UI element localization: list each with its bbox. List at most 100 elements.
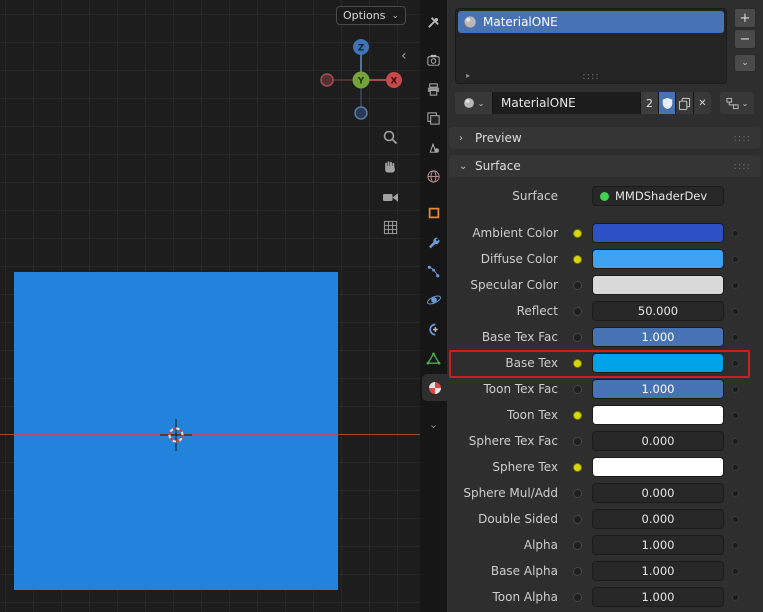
sidebar-collapse-arrow[interactable]: ‹	[401, 48, 407, 64]
surface-panel-header[interactable]: ⌄ Surface ::::	[449, 155, 761, 177]
tab-particles[interactable]	[420, 259, 447, 283]
keyframe-dot[interactable]	[573, 254, 582, 264]
tab-tool[interactable]	[420, 10, 447, 34]
keyframe-dot[interactable]	[573, 514, 582, 524]
decorator-dot[interactable]	[732, 333, 739, 341]
property-label: Double Sided	[478, 512, 558, 526]
navigation-gizmo[interactable]: Z X Y	[319, 38, 403, 122]
number-field[interactable]: 0.000	[593, 484, 723, 502]
close-icon: ✕	[698, 97, 707, 109]
keyframe-dot[interactable]	[573, 358, 582, 368]
keyframe-dot[interactable]	[573, 592, 582, 602]
color-swatch[interactable]	[593, 458, 723, 476]
users-count-button[interactable]: 2	[640, 92, 658, 114]
shield-icon	[662, 97, 672, 109]
keyframe-dot[interactable]	[573, 280, 582, 290]
list-resize-grip[interactable]: ::::	[456, 71, 726, 82]
decorator-dot[interactable]	[732, 359, 739, 367]
tab-physics[interactable]	[420, 288, 447, 312]
number-field[interactable]: 0.000	[593, 510, 723, 528]
keyframe-dot[interactable]	[573, 566, 582, 576]
fake-user-toggle[interactable]	[658, 92, 675, 114]
browse-material-button[interactable]: ⌄	[455, 92, 492, 114]
decorator-dot[interactable]	[732, 567, 739, 575]
preview-panel-header[interactable]: › Preview ::::	[449, 127, 761, 149]
decorator-dot[interactable]	[732, 541, 739, 549]
decorator-dot[interactable]	[732, 593, 739, 601]
camera-view-button[interactable]	[381, 188, 399, 206]
tab-material[interactable]	[422, 374, 447, 401]
material-slot-list[interactable]: MaterialONE ▸ ::::	[455, 8, 727, 84]
x-axis-line	[0, 434, 420, 435]
tab-view-layer[interactable]	[420, 106, 447, 130]
color-swatch[interactable]	[593, 224, 723, 242]
tab-world[interactable]	[420, 164, 447, 188]
slot-specials-dropdown[interactable]: ⌄	[734, 54, 756, 72]
new-material-copy-button[interactable]	[675, 92, 693, 114]
tab-object-data[interactable]	[420, 346, 447, 370]
decorator-dot[interactable]	[732, 307, 739, 315]
3d-viewport[interactable]: Options ⌄ Z X Y ‹	[0, 0, 420, 612]
decorator-dot[interactable]	[732, 489, 739, 497]
keyframe-dot[interactable]	[573, 462, 582, 472]
material-datablock-row: ⌄ MaterialONE 2 ✕	[455, 92, 711, 114]
number-field[interactable]: 1.000	[593, 536, 723, 554]
keyframe-dot[interactable]	[573, 410, 582, 420]
property-label: Base Tex Fac	[481, 330, 558, 344]
3d-cursor	[160, 419, 192, 451]
browse-node-tree-button[interactable]: ⌄	[720, 92, 754, 114]
tab-object[interactable]	[420, 201, 447, 225]
pan-tool-button[interactable]	[381, 158, 399, 176]
number-field[interactable]: 0.000	[593, 432, 723, 450]
color-swatch[interactable]	[593, 354, 723, 372]
remove-material-slot-button[interactable]: −	[734, 29, 756, 49]
tab-scene[interactable]	[420, 135, 447, 159]
color-swatch[interactable]	[593, 406, 723, 424]
keyframe-dot[interactable]	[573, 488, 582, 498]
decorator-dot[interactable]	[732, 515, 739, 523]
toggle-grid-button[interactable]	[381, 218, 399, 236]
material-slot-name: MaterialONE	[483, 15, 558, 29]
decorator-dot[interactable]	[732, 463, 739, 471]
material-name-field[interactable]: MaterialONE	[492, 92, 640, 114]
property-label: Toon Tex	[507, 408, 558, 422]
keyframe-dot[interactable]	[573, 306, 582, 316]
tab-output[interactable]	[420, 77, 447, 101]
panel-drag-grip[interactable]: ::::	[734, 161, 751, 172]
unlink-material-button[interactable]: ✕	[693, 92, 711, 114]
decorator-dot[interactable]	[732, 229, 739, 237]
surface-panel-title: Surface	[475, 159, 521, 173]
keyframe-dot[interactable]	[573, 228, 582, 238]
tab-render[interactable]	[420, 48, 447, 72]
decorator-dot[interactable]	[732, 437, 739, 445]
shader-field[interactable]: MMDShaderDev	[593, 187, 723, 205]
panel-drag-grip[interactable]: ::::	[734, 133, 751, 144]
tool-icon	[428, 16, 439, 28]
tab-modifiers[interactable]	[420, 230, 447, 254]
keyframe-dot[interactable]	[573, 540, 582, 550]
keyframe-dot[interactable]	[573, 332, 582, 342]
decorator-dot[interactable]	[732, 281, 739, 289]
tab-constraints[interactable]	[420, 317, 447, 341]
material-slot-selected[interactable]: MaterialONE	[458, 11, 724, 33]
decorator-dot[interactable]	[732, 255, 739, 263]
tabs-overflow-chevron[interactable]: ⌄	[420, 412, 447, 436]
slider-field[interactable]: 1.000	[593, 328, 723, 346]
color-swatch[interactable]	[593, 276, 723, 294]
options-dropdown[interactable]: Options ⌄	[336, 6, 406, 25]
gizmo-neg-x-axis[interactable]	[320, 73, 334, 87]
slider-field[interactable]: 1.000	[593, 380, 723, 398]
number-field[interactable]: 1.000	[593, 562, 723, 580]
number-field[interactable]: 50.000	[593, 302, 723, 320]
gizmo-neg-z-axis[interactable]	[354, 106, 368, 120]
color-swatch[interactable]	[593, 250, 723, 268]
decorator-dot[interactable]	[732, 385, 739, 393]
decorator-dot[interactable]	[732, 411, 739, 419]
keyframe-dot[interactable]	[573, 436, 582, 446]
number-field[interactable]: 1.000	[593, 588, 723, 606]
keyframe-dot[interactable]	[573, 384, 582, 394]
property-row: Reflect 50.000	[447, 298, 763, 324]
zoom-tool-button[interactable]	[381, 128, 399, 146]
property-row: Sphere Mul/Add 0.000	[447, 480, 763, 506]
add-material-slot-button[interactable]: +	[734, 8, 756, 28]
